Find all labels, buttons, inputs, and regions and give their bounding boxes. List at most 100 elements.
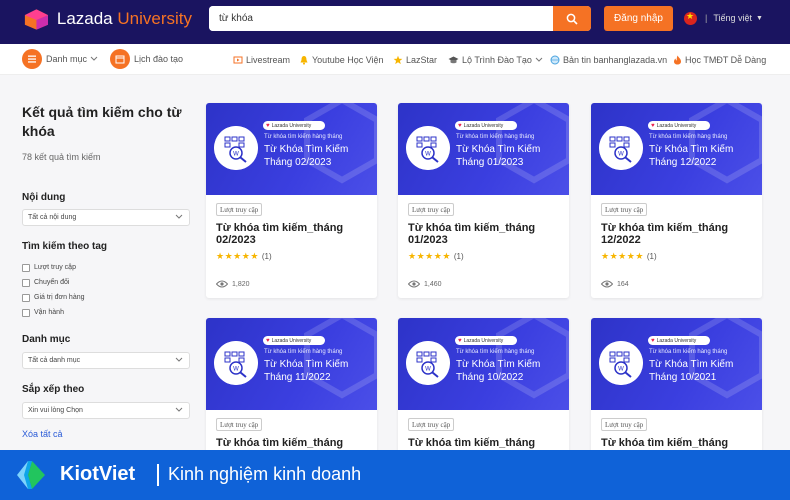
badge-label: Lazada University bbox=[656, 337, 697, 344]
categories-menu[interactable]: Danh mục bbox=[22, 49, 98, 69]
badge-label: Lazada University bbox=[463, 337, 504, 344]
eye-icon bbox=[408, 280, 420, 288]
star-icon: ★ bbox=[635, 250, 644, 261]
training-schedule-link[interactable]: Lịch đào tạo bbox=[110, 49, 183, 69]
training-schedule-label: Lịch đào tạo bbox=[134, 54, 184, 64]
course-title[interactable]: Từ khóa tìm kiếm_tháng bbox=[216, 437, 371, 449]
course-card[interactable]: W ♥ Lazada University Từ khóa tìm kiếm h… bbox=[591, 103, 762, 298]
view-count-value: 164 bbox=[617, 280, 629, 288]
course-title[interactable]: Từ khóa tìm kiếm_tháng bbox=[408, 437, 563, 449]
star-icon bbox=[393, 55, 403, 65]
course-thumbnail: W ♥ Lazada University Từ khóa tìm kiếm h… bbox=[591, 103, 762, 195]
tag-label: Chuyển đổi bbox=[34, 279, 70, 286]
language-selector[interactable]: | Tiếng việt ▼ bbox=[684, 10, 763, 26]
heart-icon: ♥ bbox=[266, 122, 270, 129]
clear-all-link[interactable]: Xóa tất cả bbox=[22, 429, 63, 439]
star-icon: ★ bbox=[241, 250, 250, 261]
tag-checkbox-row[interactable]: Vận hành bbox=[22, 307, 64, 318]
tag-checkbox-row[interactable]: Chuyển đổi bbox=[22, 277, 69, 288]
rating: ★ ★ ★ ★ ★ (1) bbox=[601, 251, 657, 261]
course-card[interactable]: W ♥ Lazada University Từ khóa tìm kiếm h… bbox=[398, 103, 569, 298]
course-title[interactable]: Từ khóa tìm kiếm_tháng bbox=[601, 437, 756, 449]
chevron-down-icon bbox=[175, 407, 183, 412]
svg-text:W: W bbox=[618, 366, 624, 373]
thumbnail-title: Từ Khóa Tìm Kiếm Tháng 10/2021 bbox=[649, 359, 734, 383]
badge-label: Lazada University bbox=[271, 337, 312, 344]
tag-checkbox-row[interactable]: Giá trị đơn hàng bbox=[22, 292, 85, 303]
nav-link-training-path[interactable]: Lộ Trình Đào Tạo bbox=[448, 53, 546, 67]
course-tag[interactable]: Lượt truy cập bbox=[408, 418, 455, 431]
login-button[interactable]: Đăng nhập bbox=[604, 6, 673, 31]
thumbnail-subtitle: Từ khóa tìm kiếm hàng tháng bbox=[456, 134, 535, 140]
badge-label: Lazada University bbox=[271, 122, 312, 129]
course-tag[interactable]: Lượt truy cập bbox=[408, 203, 455, 216]
keyword-search-icon: W bbox=[214, 126, 258, 170]
fire-icon bbox=[674, 55, 681, 65]
nav-link-newsletter[interactable]: Bản tin banhanglazada.vn bbox=[550, 53, 667, 67]
thumbnail-subtitle: Từ khóa tìm kiếm hàng tháng bbox=[649, 134, 728, 140]
tag-checkbox-row[interactable]: Lượt truy cập bbox=[22, 262, 76, 273]
rating: ★ ★ ★ ★ ★ (1) bbox=[216, 251, 272, 261]
categories-label: Danh mục bbox=[46, 54, 88, 64]
bell-icon bbox=[300, 56, 308, 65]
course-tag[interactable]: Lượt truy cập bbox=[601, 418, 648, 431]
nav-link-label: LazStar bbox=[406, 55, 438, 65]
checkbox[interactable] bbox=[22, 278, 30, 287]
star-icon: ★ bbox=[601, 250, 610, 261]
view-count: 164 bbox=[601, 279, 629, 289]
thumbnail-subtitle: Từ khóa tìm kiếm hàng tháng bbox=[649, 349, 728, 355]
rating: ★ ★ ★ ★ ★ (1) bbox=[408, 251, 464, 261]
globe-icon bbox=[550, 55, 560, 65]
checkbox[interactable] bbox=[22, 293, 30, 302]
content-select[interactable]: Tất cả nội dung bbox=[22, 209, 190, 226]
course-tag[interactable]: Lượt truy cập bbox=[216, 203, 263, 216]
star-icon: ★ bbox=[609, 250, 618, 261]
language-label: Tiếng việt bbox=[713, 13, 753, 23]
thumbnail-subtitle: Từ khóa tìm kiếm hàng tháng bbox=[456, 349, 535, 355]
course-title[interactable]: Từ khóa tìm kiếm_tháng 12/2022 bbox=[601, 222, 756, 246]
divider bbox=[157, 464, 159, 486]
star-icon: ★ bbox=[224, 250, 233, 261]
star-icon: ★ bbox=[408, 250, 417, 261]
chevron-down-icon bbox=[175, 357, 183, 362]
caret-down-icon: ▼ bbox=[756, 14, 763, 22]
content-filter-label: Nội dung bbox=[22, 192, 66, 203]
chevron-down-icon bbox=[535, 57, 543, 62]
course-thumbnail: W ♥ Lazada University Từ khóa tìm kiếm h… bbox=[206, 318, 377, 410]
course-thumbnail: W ♥ Lazada University Từ khóa tìm kiếm h… bbox=[206, 103, 377, 195]
search-bar bbox=[209, 6, 591, 31]
course-title[interactable]: Từ khóa tìm kiếm_tháng 01/2023 bbox=[408, 222, 563, 246]
nav-link-youtube[interactable]: Youtube Học Viện bbox=[299, 53, 384, 67]
course-thumbnail: W ♥ Lazada University Từ khóa tìm kiếm h… bbox=[398, 103, 569, 195]
checkbox[interactable] bbox=[22, 308, 30, 317]
search-input[interactable] bbox=[209, 6, 553, 31]
nav-link-livestream[interactable]: Livestream bbox=[233, 53, 290, 67]
thumbnail-title: Từ Khóa Tìm Kiếm Tháng 01/2023 bbox=[456, 144, 541, 168]
course-thumbnail: W ♥ Lazada University Từ khóa tìm kiếm h… bbox=[398, 318, 569, 410]
category-select[interactable]: Tất cả danh mục bbox=[22, 352, 190, 369]
logo-text-lazada: Lazada bbox=[56, 9, 113, 28]
lazada-university-badge: ♥ Lazada University bbox=[648, 336, 710, 345]
badge-label: Lazada University bbox=[656, 122, 697, 129]
sort-select[interactable]: Xin vui lòng Chọn bbox=[22, 402, 190, 419]
thumbnail-title: Từ Khóa Tìm Kiếm Tháng 12/2022 bbox=[649, 144, 734, 168]
course-tag[interactable]: Lượt truy cập bbox=[216, 418, 263, 431]
tag-label: Lượt truy cập bbox=[34, 264, 76, 271]
thumbnail-title: Từ Khóa Tìm Kiếm Tháng 10/2022 bbox=[456, 359, 541, 383]
search-button[interactable] bbox=[553, 6, 591, 31]
nav-link-ecommerce-learning[interactable]: Học TMĐT Dễ Dàng bbox=[673, 53, 766, 67]
course-title[interactable]: Từ khóa tìm kiếm_tháng 02/2023 bbox=[216, 222, 371, 246]
nav-link-lazstar[interactable]: LazStar bbox=[393, 53, 437, 67]
tag-filter-label: Tìm kiếm theo tag bbox=[22, 241, 108, 252]
course-card[interactable]: W ♥ Lazada University Từ khóa tìm kiếm h… bbox=[206, 103, 377, 298]
lazada-university-badge: ♥ Lazada University bbox=[455, 121, 517, 130]
checkbox[interactable] bbox=[22, 263, 30, 272]
kiotviet-brand-bar: KiotViet Kinh nghiệm kinh doanh bbox=[0, 450, 790, 500]
star-icon: ★ bbox=[416, 250, 425, 261]
star-icon: ★ bbox=[425, 250, 434, 261]
lazada-university-logo[interactable]: Lazada University bbox=[22, 5, 192, 33]
course-tag[interactable]: Lượt truy cập bbox=[601, 203, 648, 216]
livestream-icon bbox=[233, 56, 243, 64]
keyword-search-icon: W bbox=[214, 341, 258, 385]
star-icon: ★ bbox=[233, 250, 242, 261]
